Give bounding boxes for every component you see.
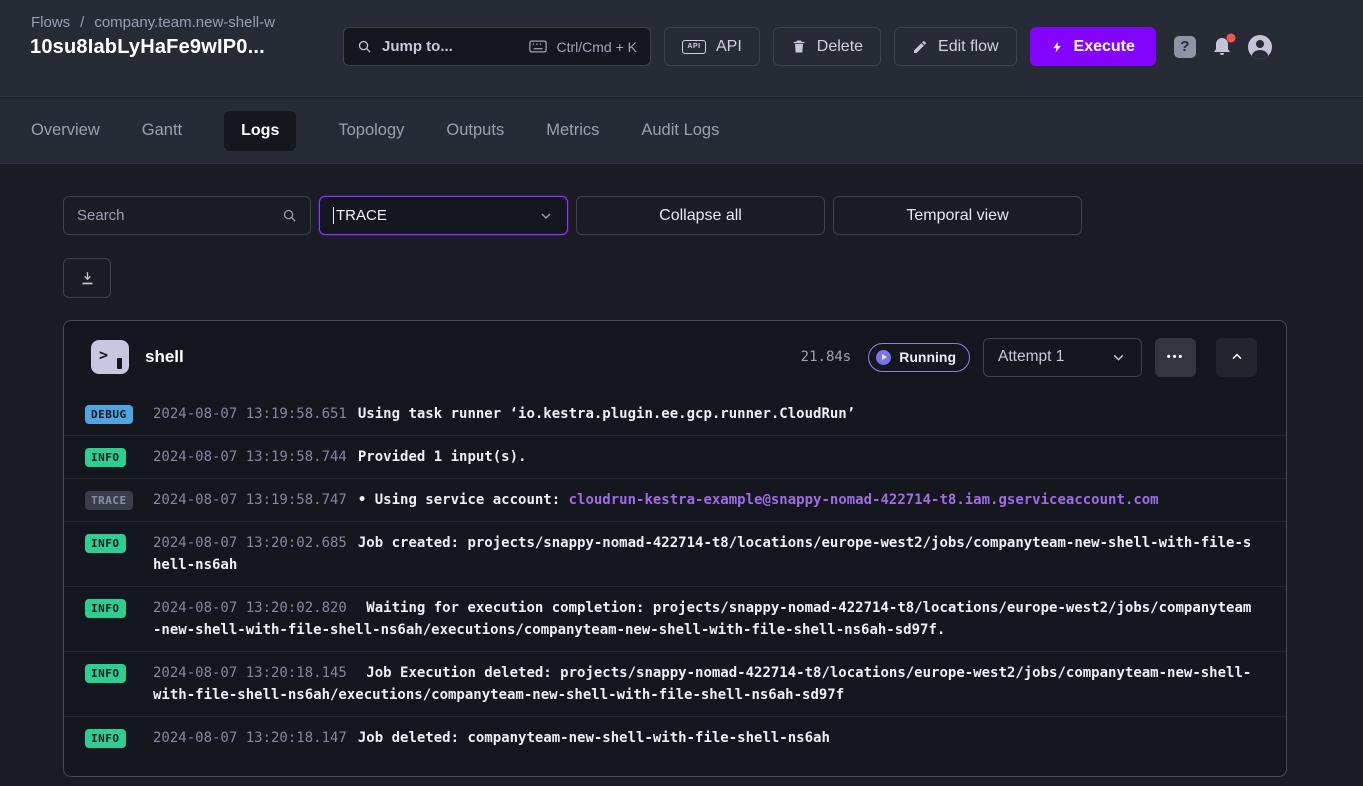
more-actions-button[interactable]: •••	[1155, 338, 1196, 377]
task-panel-header: > shell 21.84s Running Attempt 1 •••	[64, 321, 1286, 393]
execute-button-label: Execute	[1074, 38, 1135, 56]
execute-button[interactable]: Execute	[1030, 27, 1156, 66]
search-input[interactable]	[77, 207, 282, 224]
account-icon[interactable]	[1248, 35, 1272, 59]
api-button-label: API	[716, 38, 742, 56]
chevron-down-icon	[1110, 349, 1127, 366]
tab-bar: Overview Gantt Logs Topology Outputs Met…	[0, 98, 1363, 164]
log-level-badge: INFO	[85, 448, 126, 467]
log-level-badge: TRACE	[85, 491, 133, 510]
api-button[interactable]: API API	[664, 27, 760, 66]
log-message: Provided 1 input(s).	[358, 449, 527, 465]
breadcrumb-separator: /	[80, 14, 84, 31]
kestra-execution-page: Flows / company.team.new-shell-w 10su8Ia…	[0, 0, 1363, 786]
status-label: Running	[899, 349, 956, 365]
shortcut-hint: Ctrl/Cmd + K	[529, 39, 637, 55]
log-row: INFO 2024-08-07 13:19:58.744 Provided 1 i…	[64, 435, 1286, 478]
log-timestamp: 2024-08-07 13:20:02.820	[153, 600, 347, 616]
log-row: INFO 2024-08-07 13:20:02.820 Waiting for…	[64, 586, 1286, 651]
search-field	[63, 196, 311, 235]
keyboard-icon	[529, 40, 547, 53]
chevron-up-icon	[1229, 349, 1245, 365]
lightning-icon	[1051, 39, 1064, 55]
log-timestamp: 2024-08-07 13:20:18.145	[153, 665, 347, 681]
task-log-panel: > shell 21.84s Running Attempt 1 •••	[63, 320, 1287, 777]
breadcrumb-flows-link[interactable]: Flows	[31, 14, 70, 31]
jump-to-label: Jump to...	[382, 38, 453, 55]
log-list: DEBUG 2024-08-07 13:19:58.651 Using task …	[64, 393, 1286, 759]
status-badge[interactable]: Running	[868, 343, 970, 372]
log-timestamp: 2024-08-07 13:19:58.744	[153, 449, 347, 465]
log-timestamp: 2024-08-07 13:20:02.685	[153, 535, 347, 551]
service-account-link[interactable]: cloudrun-kestra-example@snappy-nomad-422…	[569, 492, 1159, 508]
log-message: • Using service account:	[358, 492, 569, 508]
breadcrumb-namespace-link[interactable]: company.team.new-shell-w	[94, 14, 275, 31]
shortcut-label: Ctrl/Cmd + K	[556, 39, 637, 55]
log-level-badge: DEBUG	[85, 405, 133, 424]
help-icon[interactable]: ?	[1174, 36, 1196, 58]
log-row: INFO 2024-08-07 13:20:18.145 Job Executi…	[64, 651, 1286, 716]
tab-metrics[interactable]: Metrics	[546, 121, 599, 140]
log-message: Using task runner ‘io.kestra.plugin.ee.g…	[358, 406, 855, 422]
api-icon: API	[682, 40, 706, 54]
tab-audit-logs[interactable]: Audit Logs	[641, 121, 719, 140]
topbar-actions: Jump to... Ctrl/Cmd + K API API Delete	[343, 27, 1272, 66]
delete-button-label: Delete	[817, 38, 863, 56]
collapse-all-button[interactable]: Collapse all	[576, 196, 825, 235]
play-circle-icon	[876, 350, 891, 365]
collapse-panel-button[interactable]	[1216, 338, 1257, 377]
download-icon	[79, 270, 96, 287]
tab-overview[interactable]: Overview	[31, 121, 100, 140]
log-timestamp: 2024-08-07 13:19:58.747	[153, 492, 347, 508]
log-level-badge: INFO	[85, 664, 126, 683]
chevron-down-icon	[538, 208, 554, 224]
log-row: TRACE 2024-08-07 13:19:58.747 • Using ser…	[64, 478, 1286, 521]
edit-flow-button[interactable]: Edit flow	[894, 27, 1016, 66]
download-logs-button[interactable]	[63, 258, 111, 298]
tab-gantt[interactable]: Gantt	[142, 121, 182, 140]
temporal-view-button[interactable]: Temporal view	[833, 196, 1082, 235]
log-level-value: TRACE	[336, 207, 387, 224]
notification-dot	[1226, 33, 1236, 43]
log-level-select[interactable]: TRACE	[319, 196, 568, 235]
tab-topology[interactable]: Topology	[338, 121, 404, 140]
edit-flow-button-label: Edit flow	[938, 38, 998, 56]
trash-icon	[791, 38, 807, 55]
log-level-badge: INFO	[85, 534, 126, 553]
attempt-select[interactable]: Attempt 1	[983, 338, 1142, 377]
log-row: INFO 2024-08-07 13:20:02.685Job created:…	[64, 521, 1286, 586]
pencil-icon	[912, 39, 928, 55]
terminal-icon: >	[91, 340, 129, 374]
log-row: INFO 2024-08-07 13:20:18.147 Job deleted:…	[64, 716, 1286, 759]
task-duration: 21.84s	[801, 349, 852, 365]
search-icon	[282, 208, 297, 223]
delete-button[interactable]: Delete	[773, 27, 881, 66]
task-name: shell	[145, 347, 184, 367]
tab-outputs[interactable]: Outputs	[446, 121, 504, 140]
log-level-badge: INFO	[85, 729, 126, 748]
notifications-icon[interactable]	[1210, 35, 1234, 59]
search-icon	[357, 39, 372, 54]
jump-to-button[interactable]: Jump to... Ctrl/Cmd + K	[343, 27, 651, 66]
topbar-icon-group: ?	[1174, 35, 1272, 59]
log-timestamp: 2024-08-07 13:20:18.147	[153, 730, 347, 746]
text-cursor	[333, 207, 334, 224]
attempt-label: Attempt 1	[998, 348, 1064, 366]
task-panel-controls: 21.84s Running Attempt 1 •••	[801, 338, 1257, 377]
tab-logs[interactable]: Logs	[224, 111, 296, 151]
log-row: DEBUG 2024-08-07 13:19:58.651 Using task …	[64, 393, 1286, 435]
log-message: Job deleted: companyteam-new-shell-with-…	[358, 730, 830, 746]
page-title: 10su8IabLyHaFe9wIP0...	[30, 36, 265, 59]
top-bar: Flows / company.team.new-shell-w 10su8Ia…	[0, 0, 1363, 97]
log-level-badge: INFO	[85, 599, 126, 618]
log-filters: TRACE Collapse all Temporal view	[63, 196, 1082, 235]
log-timestamp: 2024-08-07 13:19:58.651	[153, 406, 347, 422]
breadcrumb: Flows / company.team.new-shell-w	[31, 14, 275, 31]
